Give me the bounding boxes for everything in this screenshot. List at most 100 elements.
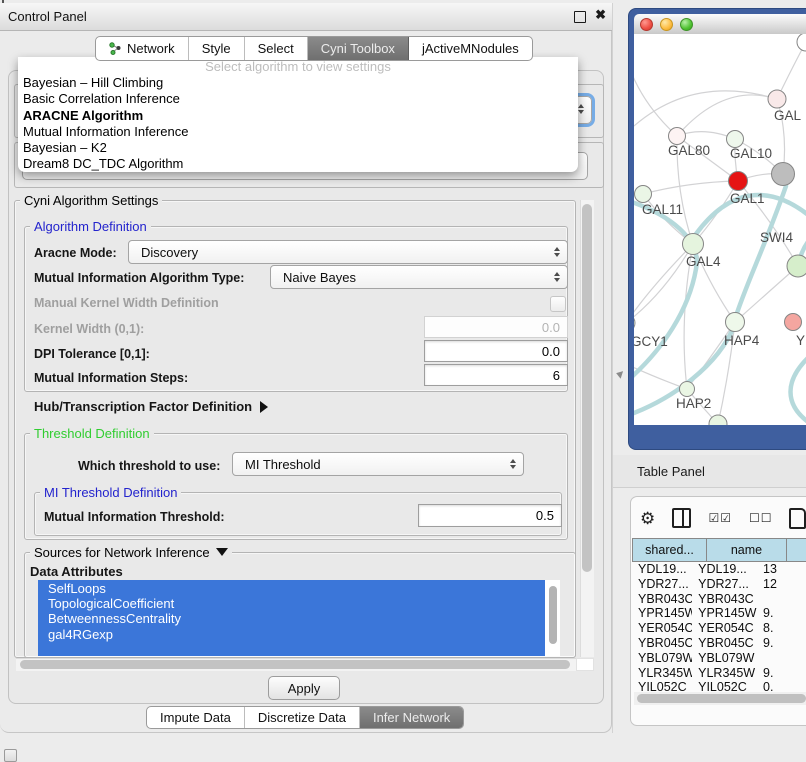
network-node[interactable] bbox=[772, 163, 795, 186]
deselect-all-checks-icon[interactable]: ☐☐ bbox=[749, 511, 773, 525]
algorithm-option[interactable]: Mutual Information Inference bbox=[18, 124, 578, 140]
network-edge[interactable] bbox=[643, 181, 738, 194]
table-row[interactable]: YBR045CYBR045C9. bbox=[632, 636, 806, 651]
aracne-mode-combo[interactable]: Discovery bbox=[128, 240, 568, 264]
network-edge[interactable] bbox=[777, 42, 806, 99]
node-label-hap2: HAP2 bbox=[676, 396, 711, 411]
tab-network[interactable]: Network bbox=[96, 37, 189, 60]
dpi-tolerance-label: DPI Tolerance [0,1]: bbox=[34, 347, 150, 361]
settings-horizontal-scrollbar-thumb[interactable] bbox=[20, 660, 570, 669]
network-node-gal80[interactable] bbox=[669, 128, 686, 145]
table-cell: YBL079W bbox=[632, 651, 692, 666]
attributes-scrollbar-thumb[interactable] bbox=[549, 586, 557, 644]
algorithm-option[interactable]: ARACNE Algorithm bbox=[18, 108, 578, 124]
close-icon[interactable]: ✖ bbox=[595, 7, 606, 23]
network-edge[interactable] bbox=[634, 64, 677, 136]
table-row[interactable]: YER054CYER054C8. bbox=[632, 621, 806, 636]
float-window-icon[interactable] bbox=[574, 11, 586, 23]
table-header-row: shared...name bbox=[632, 538, 806, 562]
attribute-item[interactable]: BetweennessCentrality bbox=[38, 611, 545, 626]
network-node-swi4[interactable] bbox=[787, 255, 806, 277]
mi-steps-input[interactable]: 6 bbox=[424, 364, 568, 386]
mi-threshold-input[interactable]: 0.5 bbox=[418, 504, 562, 527]
network-edge[interactable] bbox=[677, 95, 777, 136]
dpi-tolerance-input[interactable]: 0.0 bbox=[424, 340, 568, 362]
zoom-traffic-light-icon[interactable] bbox=[680, 18, 693, 31]
network-graph: GALGAL80GAL10GAL1GAL11GAL4SWI4HAP4YGCY1H… bbox=[634, 34, 806, 425]
algorithm-definition-title: Algorithm Definition bbox=[30, 219, 151, 234]
network-node-hap4[interactable] bbox=[726, 313, 745, 332]
network-node-gal10[interactable] bbox=[727, 131, 744, 148]
network-canvas[interactable]: GALGAL80GAL10GAL1GAL11GAL4SWI4HAP4YGCY1H… bbox=[634, 34, 806, 425]
manual-kernel-width-checkbox[interactable] bbox=[550, 296, 566, 312]
settings-gear-icon[interactable]: ⚙ bbox=[640, 510, 655, 527]
attribute-item[interactable]: SelfLoops bbox=[38, 581, 545, 596]
settings-vertical-scrollbar-thumb[interactable] bbox=[582, 204, 592, 572]
algorithm-option[interactable]: Bayesian – Hill Climbing bbox=[18, 75, 578, 91]
table-row[interactable]: YBL079WYBL079W bbox=[632, 651, 806, 666]
table-cell: YPR145W bbox=[692, 606, 757, 621]
tab-discretize-data[interactable]: Discretize Data bbox=[245, 707, 360, 728]
node-label-gal4: GAL4 bbox=[686, 254, 721, 269]
which-threshold-combo[interactable]: MI Threshold bbox=[232, 452, 524, 476]
data-attributes-list[interactable]: SelfLoopsTopologicalCoefficientBetweenne… bbox=[38, 580, 560, 656]
column-header[interactable]: shared... bbox=[632, 538, 706, 562]
minimize-traffic-light-icon[interactable] bbox=[660, 18, 673, 31]
mi-threshold-label: Mutual Information Threshold: bbox=[44, 510, 225, 524]
node-label-gal10: GAL10 bbox=[730, 146, 772, 161]
network-edge-thick[interactable] bbox=[791, 354, 806, 425]
algorithm-option[interactable]: Basic Correlation Inference bbox=[18, 91, 578, 107]
table-panel-header: Table Panel bbox=[613, 455, 806, 488]
table-cell: YBR043C bbox=[692, 592, 757, 607]
table-cell: 9. bbox=[757, 606, 806, 621]
combo-stepper-icon bbox=[510, 459, 516, 469]
mouse-cursor bbox=[615, 369, 623, 378]
close-traffic-light-icon[interactable] bbox=[640, 18, 653, 31]
network-node-gal11[interactable] bbox=[635, 186, 652, 203]
attribute-item[interactable]: TopologicalCoefficient bbox=[38, 596, 545, 611]
table-cell: YDR27... bbox=[632, 577, 692, 592]
kernel-width-input[interactable]: 0.0 bbox=[424, 316, 568, 338]
algorithm-option[interactable]: Dream8 DC_TDC Algorithm bbox=[18, 156, 578, 172]
sources-toggle[interactable]: Sources for Network Inference bbox=[30, 545, 232, 560]
select-all-checks-icon[interactable]: ☑☑ bbox=[708, 511, 732, 525]
split-columns-icon[interactable] bbox=[672, 508, 691, 528]
table-row[interactable]: YPR145WYPR145W9. bbox=[632, 606, 806, 621]
tab-style[interactable]: Style bbox=[189, 37, 245, 60]
combo-stepper-icon bbox=[554, 247, 560, 257]
column-header[interactable]: name bbox=[706, 538, 786, 562]
network-node-gal[interactable] bbox=[768, 90, 786, 108]
network-node-hap2[interactable] bbox=[680, 382, 695, 397]
hub-tf-definition-toggle[interactable]: Hub/Transcription Factor Definition bbox=[34, 399, 268, 414]
table-rows: YDL19...YDL19...13YDR27...YDR27...12YBR0… bbox=[632, 562, 806, 704]
table-cell: YBR043C bbox=[632, 592, 692, 607]
attribute-item[interactable]: gal4RGexp bbox=[38, 627, 545, 642]
network-edge[interactable] bbox=[634, 91, 777, 126]
tab-impute-data[interactable]: Impute Data bbox=[147, 707, 245, 728]
table-row[interactable]: YLR345WYLR345W9. bbox=[632, 666, 806, 681]
mi-algorithm-type-value: Naive Bayes bbox=[283, 270, 356, 285]
network-window-titlebar[interactable] bbox=[634, 14, 806, 34]
tab-select[interactable]: Select bbox=[245, 37, 308, 60]
network-node[interactable] bbox=[797, 34, 806, 51]
network-node-gal1[interactable] bbox=[729, 172, 748, 191]
tab-jactivemnodules[interactable]: jActiveMNodules bbox=[409, 37, 532, 60]
panel-divider[interactable] bbox=[612, 3, 613, 733]
network-node-gal4[interactable] bbox=[683, 234, 704, 255]
apply-button[interactable]: Apply bbox=[268, 676, 340, 700]
network-node-y[interactable] bbox=[785, 314, 802, 331]
table-row[interactable]: YBR043CYBR043C bbox=[632, 592, 806, 607]
tab-cyni-toolbox[interactable]: Cyni Toolbox bbox=[308, 37, 409, 60]
table-hscrollbar-thumb[interactable] bbox=[637, 694, 806, 703]
node-label-gcy1: GCY1 bbox=[634, 334, 668, 349]
mi-algorithm-type-combo[interactable]: Naive Bayes bbox=[270, 265, 568, 289]
new-table-icon[interactable] bbox=[789, 508, 806, 529]
tab-label: jActiveMNodules bbox=[422, 41, 519, 56]
algorithm-option[interactable]: Bayesian – K2 bbox=[18, 140, 578, 156]
column-header[interactable] bbox=[786, 538, 806, 562]
table-row[interactable]: YDR27...YDR27...12 bbox=[632, 577, 806, 592]
table-row[interactable]: YDL19...YDL19...13 bbox=[632, 562, 806, 577]
minimized-panel-icon[interactable] bbox=[4, 749, 17, 762]
tab-infer-network[interactable]: Infer Network bbox=[360, 707, 463, 728]
table-toolbar: ⚙ ☑☑ ☐☐ bbox=[640, 503, 806, 533]
